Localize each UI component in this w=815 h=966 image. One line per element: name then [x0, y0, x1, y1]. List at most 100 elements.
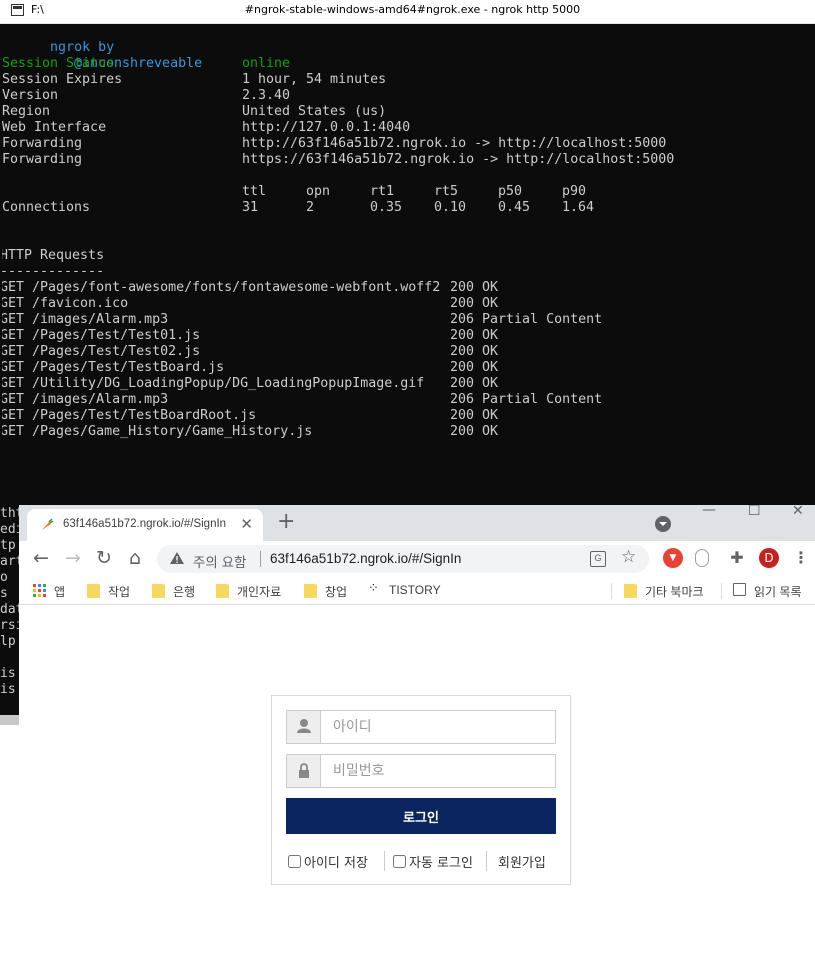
request-status: 200 OK [450, 376, 499, 391]
status-value: 2.3.40 [242, 88, 291, 103]
request-row: GET /Utility/DG_LoadingPopup/DG_LoadingP… [2, 376, 802, 392]
status-label: Forwarding [2, 136, 83, 151]
home-icon[interactable]: ⌂ [123, 546, 147, 570]
metric-value: 0.10 [434, 200, 467, 215]
sliver-fragment: edi [0, 522, 19, 537]
sliver-fragment: tp [0, 538, 16, 553]
request-row: GET /images/Alarm.mp3 206 Partial Content [2, 312, 802, 328]
profile-avatar[interactable]: D [759, 548, 779, 568]
folder-icon [304, 584, 317, 598]
console-title: #ngrok-stable-windows-amd64#ngrok.exe - … [244, 3, 581, 16]
lock-icon [287, 755, 321, 787]
sliver-fragment: s [0, 586, 8, 601]
translate-icon[interactable]: G [590, 551, 606, 567]
save-id-checkbox[interactable] [288, 854, 301, 868]
metric-name: ttl [242, 184, 267, 199]
request-row: GET /images/Alarm.mp3 206 Partial Content [2, 392, 802, 408]
status-label: Web Interface [2, 120, 107, 135]
auto-login-label: 자동 로그인 [409, 855, 473, 871]
request-path: GET /Pages/Test/Test01.js [2, 328, 201, 343]
sliver-fragment: rsi [0, 618, 19, 633]
metric-name: opn [306, 184, 331, 199]
address-separator [260, 551, 261, 567]
ngrok-banner: ngrok by @inconshreveable [2, 24, 202, 71]
reading-list-label: 읽기 목록 [754, 585, 802, 599]
status-label: Session Expires [2, 72, 123, 87]
menu-kebab-icon[interactable]: ⋮ [791, 548, 811, 568]
http-requests-rule: ------------- [2, 264, 105, 279]
request-row: GET /favicon.ico 200 OK [2, 296, 802, 312]
signup-link[interactable]: 회원가입 [498, 850, 546, 872]
request-status: 200 OK [450, 280, 499, 295]
other-bookmarks-label: 기타 북마크 [645, 585, 704, 599]
folder-icon [216, 584, 229, 598]
save-id-option[interactable]: 아이디 저장 [288, 850, 368, 872]
metric-name: rt1 [370, 184, 395, 199]
request-path: GET /Pages/Test/Test02.js [2, 344, 201, 359]
reading-list-icon [733, 583, 746, 596]
bookmark-label: 작업 [108, 585, 131, 599]
metric-name: p90 [562, 184, 587, 199]
bookmark-label: 개인자료 [237, 585, 282, 599]
request-status: 200 OK [450, 296, 499, 311]
bookmark-label: 은행 [173, 585, 196, 599]
tab-close-icon[interactable]: ✕ [240, 515, 253, 533]
forward-icon[interactable]: → [61, 546, 85, 570]
back-icon[interactable]: ← [29, 546, 53, 570]
tab-title: 63f146a51b72.ngrok.io/#/SignIn [63, 518, 227, 530]
new-tab-button[interactable]: + [277, 509, 295, 535]
request-status: 200 OK [450, 424, 499, 439]
bookmark-label: 창업 [325, 585, 348, 599]
sliver-fragment: lp [0, 634, 16, 649]
password-field [286, 754, 556, 788]
tab-signin[interactable]: 63f146a51b72.ngrok.io/#/SignIn ✕ [27, 509, 263, 541]
auto-login-option[interactable]: 자동 로그인 [393, 850, 473, 872]
apps-grid-icon [33, 584, 47, 598]
close-window-icon[interactable]: ✕ [792, 505, 804, 519]
request-path: GET /favicon.ico [2, 296, 129, 311]
metric-name: p50 [498, 184, 523, 199]
metric-value: 0.35 [370, 200, 403, 215]
console-title-bar[interactable]: F:\ #ngrok-stable-windows-amd64#ngrok.ex… [0, 0, 815, 24]
bookmark-star-icon[interactable]: ☆ [621, 547, 636, 567]
auto-login-checkbox[interactable] [393, 854, 406, 868]
request-row: GET /Pages/Test/Test01.js 200 OK [2, 328, 802, 344]
minimize-icon[interactable]: — [702, 505, 716, 518]
address-bar[interactable]: 주의 요함 63f146a51b72.ngrok.io/#/SignIn G ☆ [157, 545, 649, 573]
console-output: ngrok by @inconshreveable Session Status… [2, 24, 815, 505]
id-field [286, 710, 556, 744]
tab-search-icon[interactable] [655, 516, 671, 532]
status-value: http://127.0.0.1:4040 [242, 120, 411, 135]
url-text[interactable]: 63f146a51b72.ngrok.io/#/SignIn [270, 551, 461, 566]
connections-label: Connections [2, 200, 91, 215]
request-row: GET /Pages/Game_History/Game_History.js 2… [2, 424, 802, 440]
request-path: GET /images/Alarm.mp3 [2, 312, 169, 327]
bookmarks-bar: 앱 작업 은행 개인자료 창업 ⁘ TISTORY 기타 북마크 읽기 목록 [19, 577, 815, 605]
metric-value: 2 [306, 200, 315, 215]
mouse-extension-icon[interactable] [695, 549, 709, 567]
status-label: Region [2, 104, 51, 119]
security-label[interactable]: 주의 요함 [193, 551, 246, 571]
sliver-fragment: o [0, 570, 8, 585]
request-status: 200 OK [450, 408, 499, 423]
extension-red-icon[interactable]: ▼ [663, 548, 683, 568]
http-requests-title-row: HTTP Requests [2, 232, 104, 263]
id-input[interactable] [321, 711, 555, 743]
carrot-favicon-icon [42, 518, 54, 530]
ngrok-console-window: F:\ #ngrok-stable-windows-amd64#ngrok.ex… [0, 0, 815, 505]
extensions-puzzle-icon[interactable]: ✚ [727, 548, 747, 568]
password-input[interactable] [321, 755, 555, 787]
reload-icon[interactable]: ↻ [92, 546, 116, 570]
request-row: GET /Pages/Test/Test02.js 200 OK [2, 344, 802, 360]
login-button[interactable]: 로그인 [286, 798, 556, 834]
request-path: GET /Pages/Game_History/Game_History.js [2, 424, 313, 439]
status-label: Forwarding [2, 152, 83, 167]
status-label: Session Status [2, 56, 115, 71]
chrome-browser-window: 63f146a51b72.ngrok.io/#/SignIn ✕ + — ☐ ✕… [19, 505, 815, 966]
options-separator [384, 851, 385, 871]
warning-icon[interactable] [169, 551, 185, 565]
connections-row: Connections [2, 184, 90, 215]
bookmarks-separator [611, 583, 612, 599]
request-status: 200 OK [450, 328, 499, 343]
maximize-icon[interactable]: ☐ [748, 505, 761, 519]
